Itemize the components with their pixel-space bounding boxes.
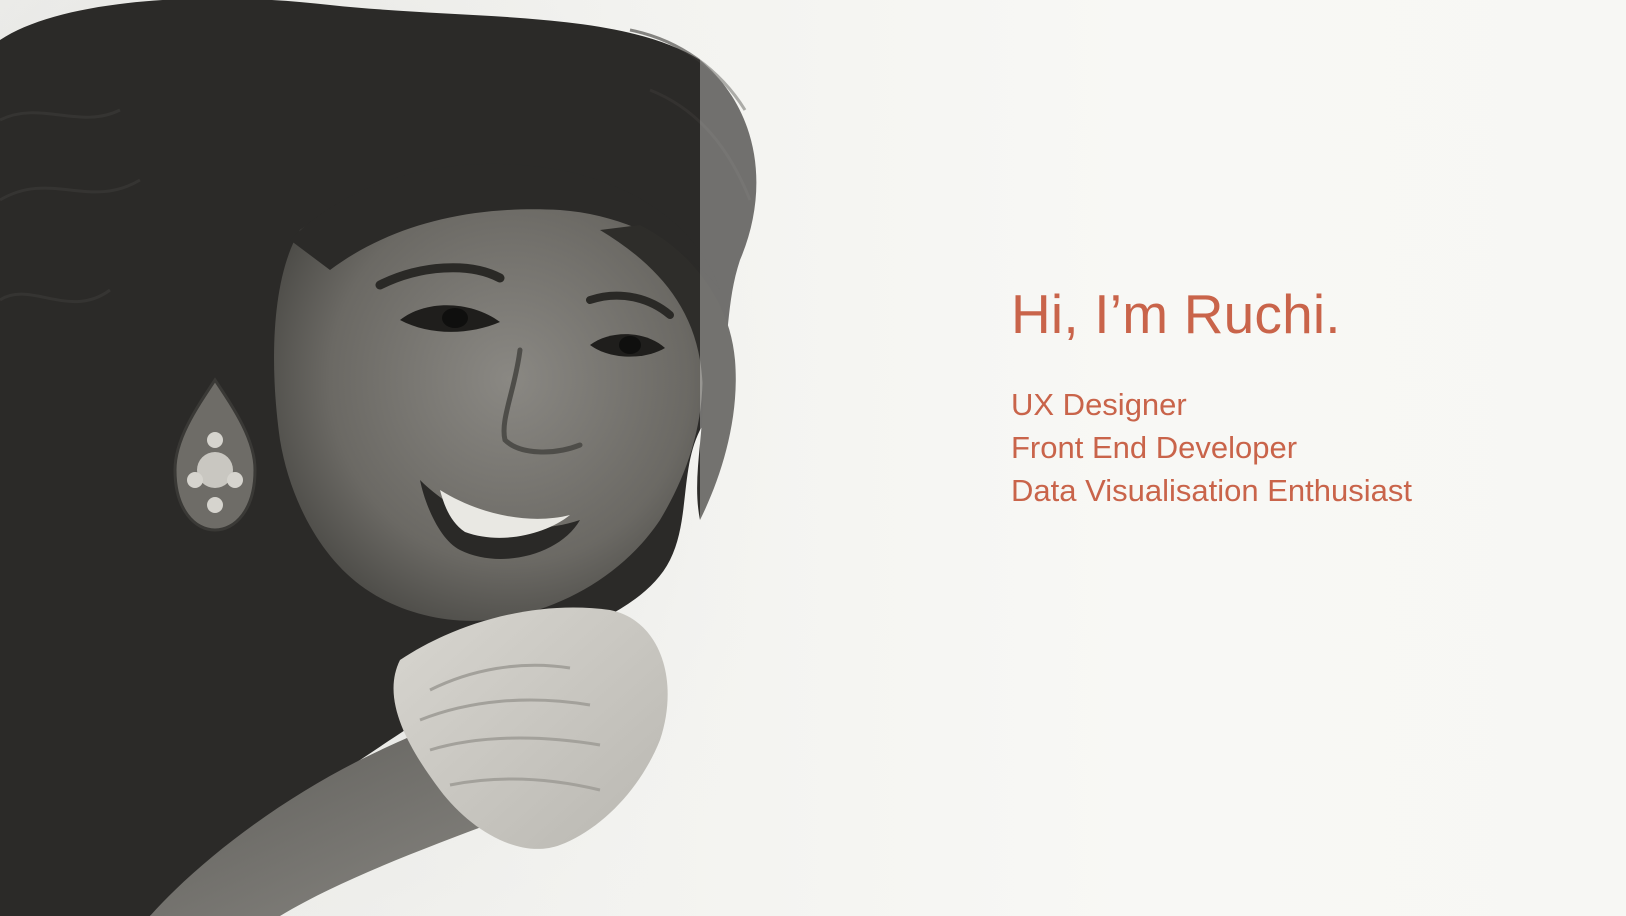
role-item: Front End Developer bbox=[1011, 429, 1298, 465]
roles-list: UX Designer Front End Developer Data Vis… bbox=[1011, 383, 1412, 512]
role-item: UX Designer bbox=[1011, 386, 1187, 422]
role-item: Data Visualisation Enthusiast bbox=[1011, 472, 1412, 508]
hero-section: Hi, I’m Ruchi. UX Designer Front End Dev… bbox=[0, 0, 1626, 916]
portrait-photo bbox=[0, 0, 780, 916]
greeting-heading: Hi, I’m Ruchi. bbox=[1011, 283, 1341, 345]
intro-block: Hi, I’m Ruchi. UX Designer Front End Dev… bbox=[1011, 284, 1412, 512]
